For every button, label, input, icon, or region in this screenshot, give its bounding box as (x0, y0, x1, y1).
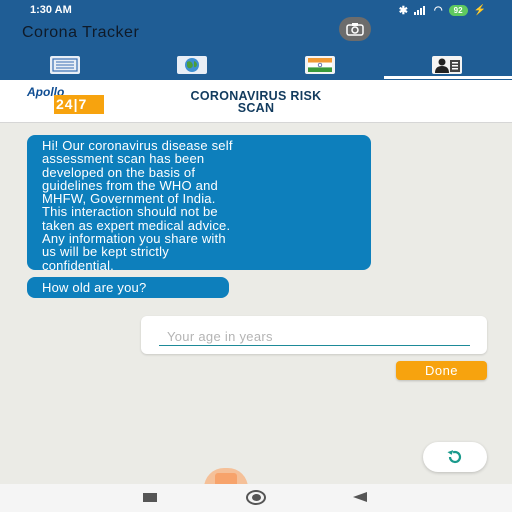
status-icons: ✱ ◠ 92 ⚡ (399, 4, 486, 17)
news-icon (52, 58, 78, 72)
status-time: 1:30 AM (30, 4, 72, 16)
age-input[interactable] (159, 327, 470, 346)
home-icon (251, 494, 261, 501)
camera-button[interactable] (339, 17, 371, 41)
intro-line: confidential. (42, 257, 114, 273)
intro-line: us will be kept strictly (42, 244, 169, 260)
scan-title-line-2: SCAN (237, 101, 275, 115)
globe-icon (185, 58, 199, 72)
app-title: Corona Tracker (22, 24, 140, 41)
recents-button[interactable] (143, 493, 157, 502)
india-flag-icon (308, 58, 332, 72)
tab-risk-scan[interactable] (432, 56, 462, 74)
status-bar: 1:30 AM ✱ ◠ 92 ⚡ (0, 0, 512, 22)
intro-message-bubble: Hi! Our coronavirus disease self assessm… (27, 135, 371, 273)
tab-selected-indicator (384, 76, 512, 79)
home-button[interactable] (246, 490, 266, 505)
intro-line: guidelines from the WHO and (42, 177, 218, 193)
signal-icon (413, 6, 428, 15)
back-button[interactable] (353, 492, 367, 502)
app-bar: Corona Tracker (0, 22, 512, 50)
system-nav-bar (0, 484, 512, 512)
age-question-bubble: How old are you? (27, 277, 229, 298)
intro-line: MHFW, Government of India. (42, 191, 216, 207)
doctor-icon (435, 58, 460, 73)
tab-news[interactable] (50, 56, 80, 74)
intro-line: assessment scan has been (42, 151, 205, 167)
battery-level: 92 (453, 6, 463, 15)
apollo-247-badge: 24|7 (54, 95, 104, 114)
age-input-card (141, 316, 487, 354)
bluetooth-icon: ✱ (398, 5, 408, 17)
intro-line: taken as expert medical advice. (42, 217, 231, 233)
intro-line: This interaction should not be (42, 204, 218, 220)
scan-header: Apollo 24|7 CORONAVIRUS RISK SCAN (0, 80, 512, 123)
charging-icon: ⚡ (473, 5, 486, 16)
tab-global[interactable] (177, 56, 207, 74)
intro-line: developed on the basis of (42, 164, 196, 180)
refresh-icon (447, 450, 462, 464)
scan-title: CORONAVIRUS RISK SCAN (140, 90, 372, 115)
done-button[interactable]: Done (396, 361, 487, 380)
camera-icon (346, 23, 364, 36)
intro-line: Any information you share with (42, 231, 226, 247)
intro-line: Hi! Our coronavirus disease self (42, 138, 233, 153)
tab-india[interactable] (305, 56, 335, 74)
restart-button[interactable] (423, 442, 487, 472)
wifi-icon: ◠ (433, 5, 443, 16)
battery-icon: 92 (448, 5, 468, 16)
